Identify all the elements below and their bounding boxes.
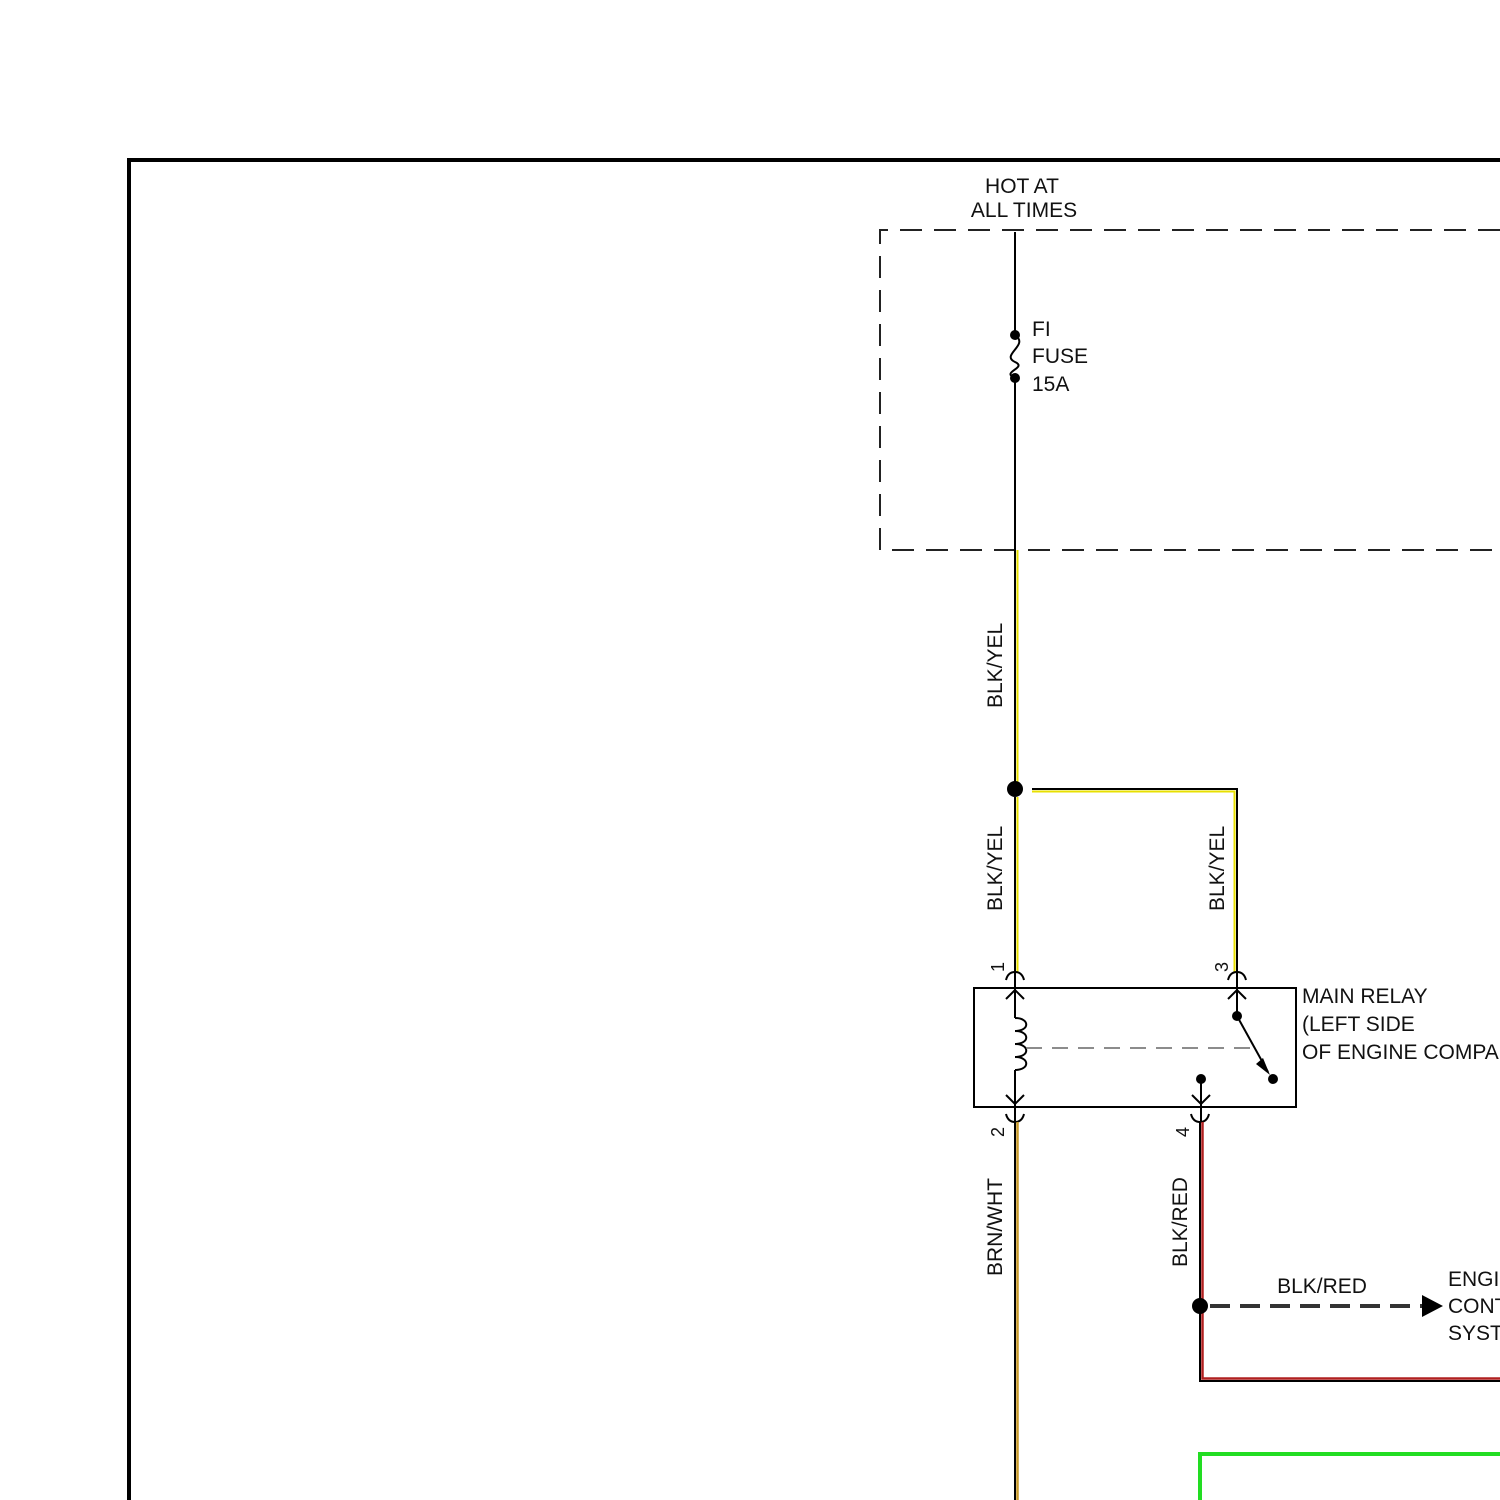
relay-switch <box>1191 972 1278 1122</box>
wire-label-feed: BLK/YEL <box>984 623 1007 708</box>
splice-point-bottom <box>1192 1298 1208 1314</box>
destination-label-line1: ENGI <box>1448 1268 1499 1291</box>
destination-label-line3: SYST <box>1448 1322 1500 1345</box>
relay-label-line3: OF ENGINE COMPA <box>1302 1041 1499 1064</box>
switch-contact-open <box>1268 1074 1278 1084</box>
relay-pin-4-number: 4 <box>1173 1127 1193 1137</box>
diagram-frame <box>127 158 1500 1500</box>
relay-pin-3-number: 3 <box>1212 962 1232 972</box>
coil-winding <box>1014 1017 1028 1071</box>
wire-label-pin1: BLK/YEL <box>984 826 1007 911</box>
relay-pin-1-number: 1 <box>988 962 1008 972</box>
fuse-symbol <box>1009 330 1021 383</box>
fuse-element <box>1009 334 1021 379</box>
wire-label-engine-controls: BLK/RED <box>1277 1275 1367 1298</box>
wire-green <box>1198 1452 1500 1500</box>
power-source-label-line2: ALL TIMES <box>971 199 1077 222</box>
relay-coil <box>1005 972 1028 1122</box>
fuse-type-label: FUSE <box>1032 345 1088 368</box>
relay-label-line2: (LEFT SIDE <box>1302 1013 1415 1036</box>
wire-label-pin4: BLK/RED <box>1169 1177 1192 1267</box>
destination-label-line2: CONT <box>1448 1295 1500 1318</box>
fuse-name-label: FI <box>1032 318 1051 341</box>
wire-label-pin3: BLK/YEL <box>1206 826 1229 911</box>
wire-blk-yel-branch-stripe <box>1032 790 1236 972</box>
fuse-box-outline <box>879 229 1500 551</box>
power-source-label-line1: HOT AT <box>985 175 1059 198</box>
wiring-diagram: HOT AT ALL TIMES FI FUSE 15A BLK/YEL BLK… <box>127 158 1500 1500</box>
splice-point-top <box>1007 781 1023 797</box>
relay-pin-2-number: 2 <box>988 1127 1008 1137</box>
switch-blade-arrowhead <box>1256 1058 1270 1075</box>
arrow-to-engine-controls-icon <box>1422 1295 1443 1317</box>
wire-label-pin2: BRN/WHT <box>984 1178 1007 1276</box>
relay-label-line1: MAIN RELAY <box>1302 985 1428 1008</box>
fuse-rating-label: 15A <box>1032 373 1069 396</box>
